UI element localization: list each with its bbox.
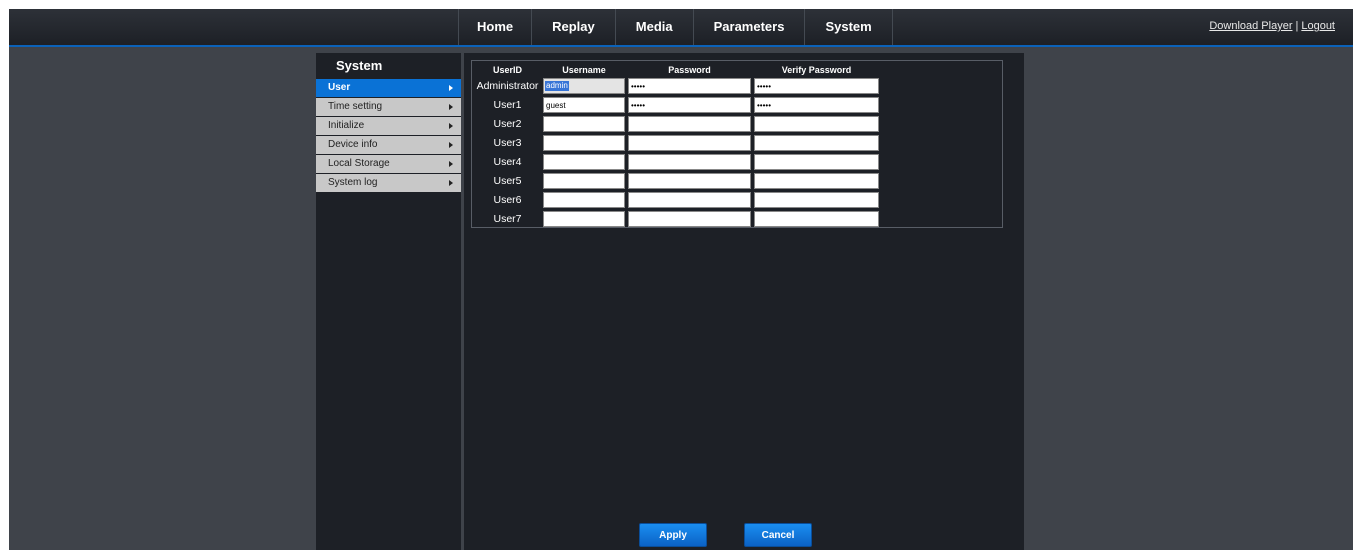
sidebar-item-time-setting[interactable]: Time setting [316, 98, 461, 116]
username-field[interactable] [543, 173, 625, 189]
chevron-right-icon [449, 104, 453, 110]
sidebar-item-user[interactable]: User [316, 79, 461, 97]
top-links: Download Player | Logout [1209, 20, 1335, 32]
verify-password-field[interactable] [754, 116, 879, 132]
password-field[interactable] [628, 116, 751, 132]
sidebar-item-label: Initialize [328, 120, 365, 131]
sidebar-item-label: Time setting [328, 101, 383, 112]
username-field[interactable] [543, 154, 625, 170]
sidebar-item-device-info[interactable]: Device info [316, 136, 461, 154]
table-row: User2 [472, 116, 1002, 135]
password-field[interactable] [628, 154, 751, 170]
link-separator: | [1295, 20, 1299, 32]
user-table: UserID Username Password Verify Password… [471, 60, 1003, 228]
table-row: User5 [472, 173, 1002, 192]
verify-password-field[interactable] [754, 78, 879, 94]
download-player-link[interactable]: Download Player [1209, 20, 1292, 32]
verify-password-field[interactable] [754, 192, 879, 208]
verify-password-field[interactable] [754, 135, 879, 151]
sidebar-item-label: Local Storage [328, 158, 390, 169]
username-field[interactable] [543, 116, 625, 132]
verify-password-field[interactable] [754, 154, 879, 170]
table-row: User1 [472, 97, 1002, 116]
sidebar-item-initialize[interactable]: Initialize [316, 117, 461, 135]
password-field[interactable] [628, 135, 751, 151]
password-field[interactable] [628, 211, 751, 227]
table-row: User4 [472, 154, 1002, 173]
header-userid: UserID [492, 65, 522, 75]
nav-media[interactable]: Media [616, 9, 694, 45]
chevron-right-icon [449, 180, 453, 186]
password-field[interactable] [628, 78, 751, 94]
password-field[interactable] [628, 97, 751, 113]
sidebar-item-system-log[interactable]: System log [316, 174, 461, 192]
username-field[interactable] [543, 192, 625, 208]
username-field[interactable] [543, 78, 625, 94]
cancel-button[interactable]: Cancel [744, 523, 812, 547]
header-password: Password [668, 65, 711, 75]
chevron-right-icon [449, 123, 453, 129]
user-id-label: User6 [493, 194, 522, 206]
main-nav: Home Replay Media Parameters System [458, 9, 893, 45]
user-id-label: User1 [493, 99, 522, 111]
password-field[interactable] [628, 173, 751, 189]
user-id-label: User4 [493, 156, 522, 168]
sidebar-item-local-storage[interactable]: Local Storage [316, 155, 461, 173]
username-field[interactable] [543, 135, 625, 151]
username-field[interactable] [543, 211, 625, 227]
verify-password-field[interactable] [754, 97, 879, 113]
sidebar-item-label: Device info [328, 139, 378, 150]
table-row: User3 [472, 135, 1002, 154]
top-navigation-bar: Home Replay Media Parameters System Down… [9, 9, 1353, 47]
verify-password-field[interactable] [754, 173, 879, 189]
chevron-right-icon [449, 161, 453, 167]
sidebar-item-label: System log [328, 177, 378, 188]
app-frame: Home Replay Media Parameters System Down… [9, 9, 1353, 550]
username-field[interactable] [543, 97, 625, 113]
verify-password-field[interactable] [754, 211, 879, 227]
sidebar-item-label: User [328, 82, 351, 93]
header-username: Username [562, 65, 606, 75]
chevron-right-icon [449, 142, 453, 148]
user-id-label: User3 [493, 137, 522, 149]
table-row: Administrator admin [472, 78, 1002, 97]
nav-home[interactable]: Home [458, 9, 533, 45]
nav-parameters[interactable]: Parameters [694, 9, 806, 45]
sidebar-title: System [336, 58, 383, 73]
table-row: User6 [472, 192, 1002, 211]
table-row: User7 [472, 211, 1002, 230]
chevron-right-icon [449, 85, 453, 91]
user-id-label: Administrator [476, 80, 539, 92]
user-id-label: User2 [493, 118, 522, 130]
apply-button[interactable]: Apply [639, 523, 707, 547]
header-verify-password: Verify Password [781, 65, 852, 75]
nav-system[interactable]: System [805, 9, 893, 45]
user-settings-panel: UserID Username Password Verify Password… [464, 53, 1024, 550]
system-sidebar: System User Time setting Initialize Devi… [316, 53, 461, 550]
user-id-label: User7 [493, 213, 522, 225]
nav-replay[interactable]: Replay [532, 9, 616, 45]
user-id-label: User5 [493, 175, 522, 187]
logout-link[interactable]: Logout [1301, 20, 1335, 32]
password-field[interactable] [628, 192, 751, 208]
